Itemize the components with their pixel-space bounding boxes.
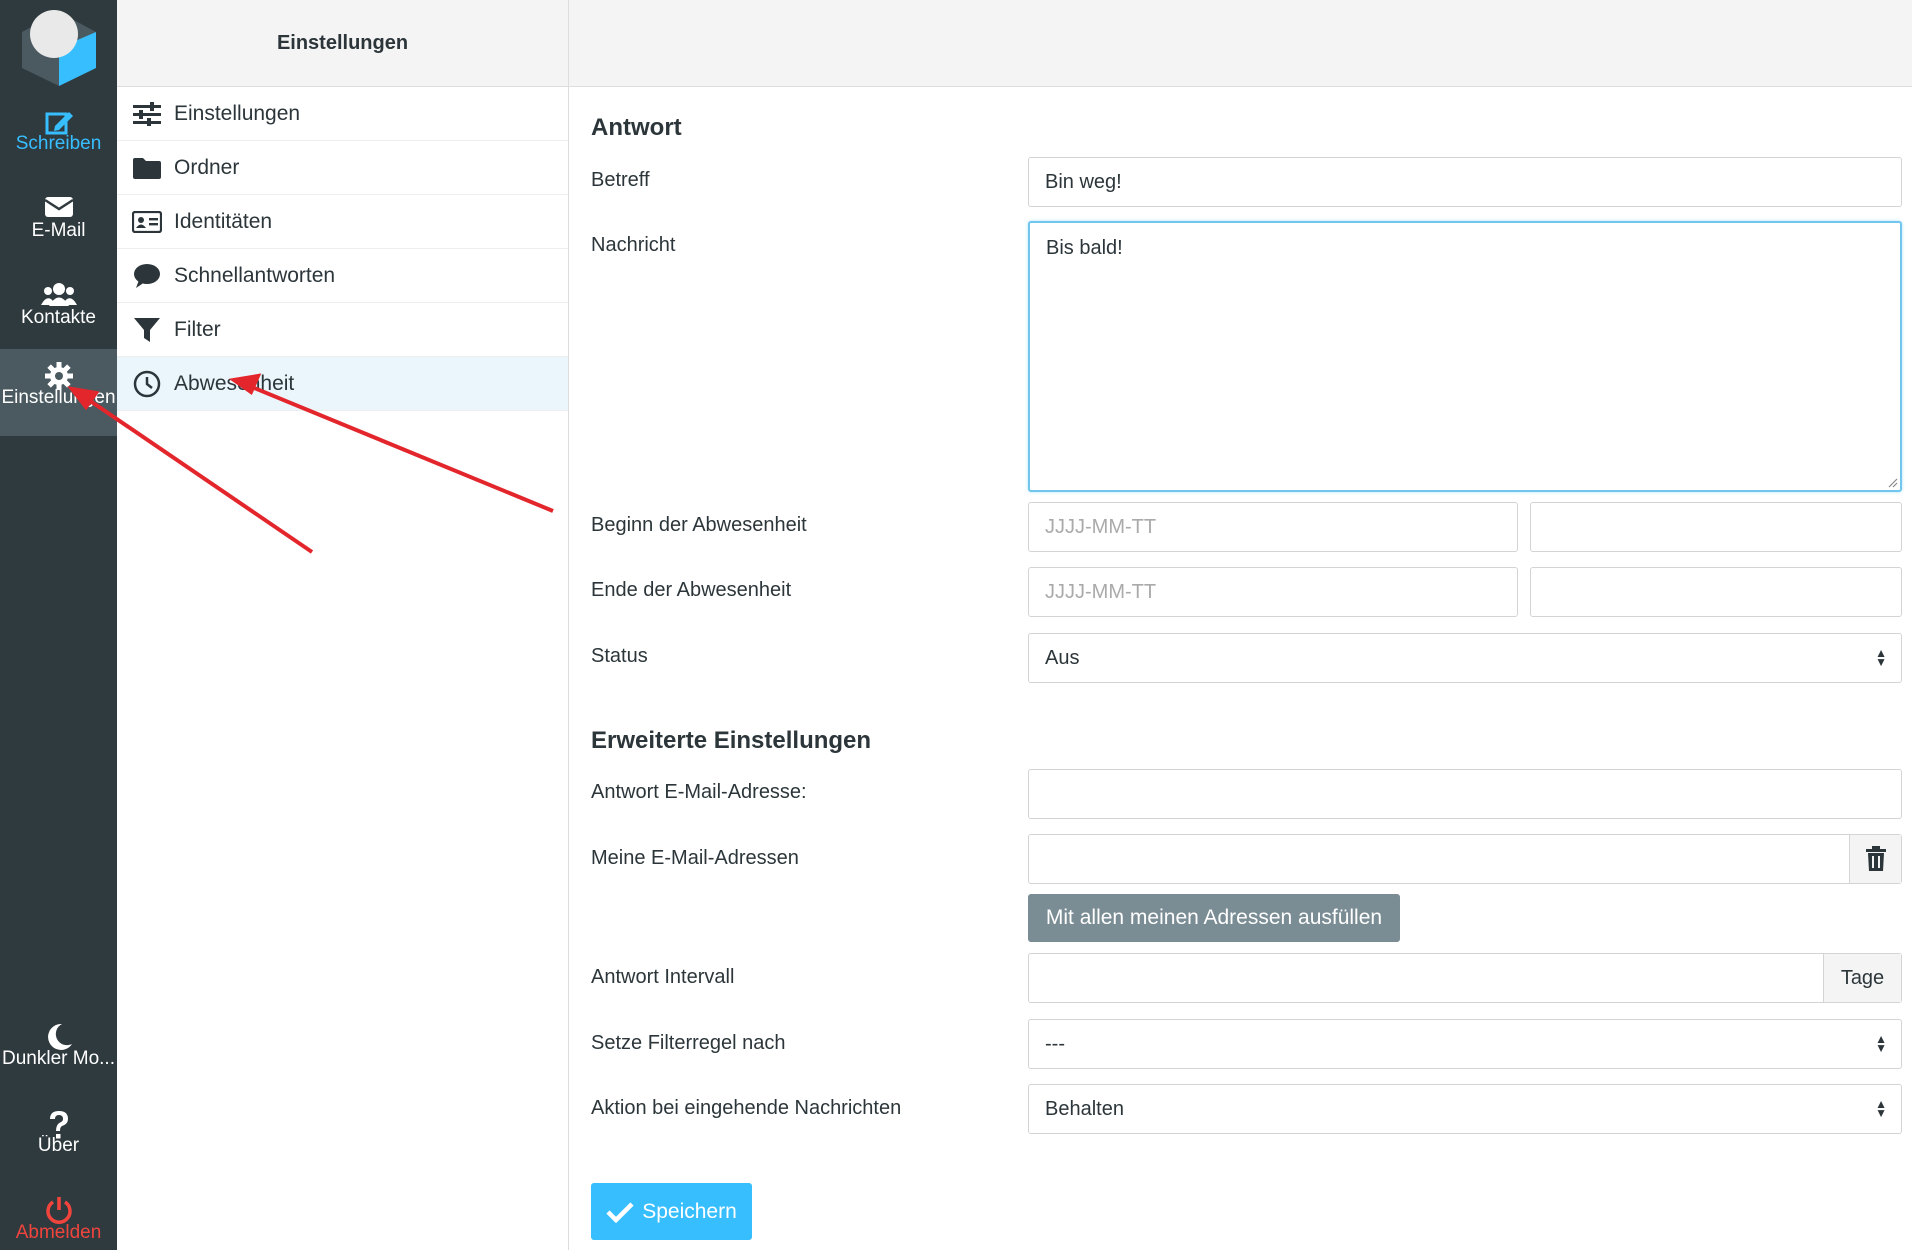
- gear-icon: [0, 349, 117, 390]
- message-label: Nachricht: [591, 234, 676, 256]
- interval-label: Antwort Intervall: [591, 966, 735, 988]
- end-date-label: Ende der Abwesenheit: [591, 579, 792, 601]
- nav-compose[interactable]: Schreiben: [0, 95, 117, 182]
- nav-logout-label: Abmelden: [15, 1222, 102, 1243]
- nav-dark-mode-label: Dunkler Mo...: [2, 1048, 115, 1069]
- envelope-icon: [0, 182, 117, 217]
- sidebar-item-label: Ordner: [174, 155, 240, 179]
- end-date-input[interactable]: JJJJ-MM-TT: [1028, 567, 1518, 617]
- select-caret-icon: ▲ ▼: [1875, 1097, 1887, 1120]
- nav-settings[interactable]: Einstellungen: [0, 349, 117, 436]
- delete-address-button[interactable]: [1849, 835, 1901, 883]
- sidebar-item-label: Abwesenheit: [174, 371, 295, 395]
- sidebar-title: Einstellungen: [117, 0, 568, 87]
- start-time-input[interactable]: [1530, 502, 1902, 552]
- moon-icon: [0, 1010, 117, 1050]
- app-logo: [22, 10, 96, 86]
- status-label: Status: [591, 645, 648, 667]
- filter-rule-label: Setze Filterregel nach: [591, 1032, 786, 1054]
- nav-about-label: Über: [37, 1135, 80, 1156]
- save-button-label: Speichern: [642, 1199, 737, 1223]
- app-window: Schreiben E-Mail Kontakte Einstellungen: [0, 0, 1912, 1250]
- filter-rule-value: ---: [1045, 1032, 1065, 1055]
- subject-label: Betreff: [591, 169, 650, 191]
- trash-icon: [1865, 846, 1886, 871]
- start-date-label: Beginn der Abwesenheit: [591, 514, 807, 536]
- my-addresses-label: Meine E-Mail-Adressen: [591, 847, 799, 869]
- subject-input[interactable]: Bin weg!: [1028, 157, 1902, 207]
- nav-about[interactable]: Über: [0, 1097, 117, 1184]
- filter-rule-select[interactable]: --- ▲ ▼: [1028, 1019, 1902, 1069]
- question-icon: [0, 1097, 117, 1139]
- nav-logout[interactable]: Abmelden: [0, 1184, 117, 1250]
- fill-addresses-button[interactable]: Mit allen meinen Adressen ausfüllen: [1028, 894, 1400, 942]
- reply-section-title: Antwort: [591, 114, 682, 141]
- interval-input[interactable]: Tage: [1028, 953, 1902, 1003]
- nav-dark-mode[interactable]: Dunkler Mo...: [0, 1010, 117, 1097]
- sidebar-item-folders[interactable]: Ordner: [117, 141, 568, 195]
- select-caret-icon: ▲ ▼: [1875, 646, 1887, 669]
- action-label: Aktion bei eingehende Nachrichten: [591, 1097, 902, 1119]
- power-icon: [0, 1184, 117, 1224]
- reply-address-input[interactable]: [1028, 769, 1902, 819]
- nav-contacts-label: Kontakte: [21, 307, 96, 328]
- save-button[interactable]: Speichern: [591, 1183, 752, 1240]
- content-header: [569, 0, 1912, 87]
- id-card-icon: [132, 207, 162, 237]
- nav-contacts[interactable]: Kontakte: [0, 269, 117, 356]
- advanced-section-title: Erweiterte Einstellungen: [591, 727, 872, 754]
- comment-icon: [132, 261, 162, 291]
- sliders-icon: [132, 99, 162, 129]
- nav-compose-label: Schreiben: [15, 133, 102, 154]
- sidebar-item-vacation[interactable]: Abwesenheit: [117, 357, 568, 411]
- sidebar-item-label: Filter: [174, 317, 221, 341]
- folder-icon: [132, 153, 162, 183]
- resize-handle-icon[interactable]: [1886, 476, 1898, 488]
- sidebar-item-filters[interactable]: Filter: [117, 303, 568, 357]
- compose-icon: [0, 95, 117, 135]
- sidebar-item-label: Identitäten: [174, 209, 273, 233]
- sidebar-item-identities[interactable]: Identitäten: [117, 195, 568, 249]
- nav-settings-label: Einstellungen: [1, 387, 116, 408]
- settings-sidebar: Einstellungen Einstellungen Ordner Ident…: [117, 0, 569, 1250]
- status-select-value: Aus: [1045, 646, 1080, 669]
- message-textarea[interactable]: Bis bald!: [1028, 221, 1902, 492]
- users-icon: [0, 269, 117, 306]
- main-navigation: Schreiben E-Mail Kontakte Einstellungen: [0, 0, 117, 1250]
- reply-address-label: Antwort E-Mail-Adresse:: [591, 781, 807, 803]
- sidebar-item-preferences[interactable]: Einstellungen: [117, 87, 568, 141]
- action-select[interactable]: Behalten ▲ ▼: [1028, 1084, 1902, 1134]
- nav-mail-label: E-Mail: [31, 220, 86, 241]
- clock-icon: [132, 369, 162, 399]
- action-select-value: Behalten: [1045, 1097, 1124, 1120]
- sidebar-item-label: Einstellungen: [174, 101, 301, 125]
- nav-mail[interactable]: E-Mail: [0, 182, 117, 269]
- my-addresses-input[interactable]: [1028, 834, 1902, 884]
- select-caret-icon: ▲ ▼: [1875, 1032, 1887, 1055]
- sidebar-item-responses[interactable]: Schnellantworten: [117, 249, 568, 303]
- start-date-input[interactable]: JJJJ-MM-TT: [1028, 502, 1518, 552]
- status-select[interactable]: Aus ▲ ▼: [1028, 633, 1902, 683]
- message-text: Bis bald!: [1046, 237, 1123, 259]
- end-time-input[interactable]: [1530, 567, 1902, 617]
- interval-unit: Tage: [1823, 954, 1901, 1002]
- sidebar-item-label: Schnellantworten: [174, 263, 336, 287]
- filter-icon: [132, 315, 162, 345]
- check-icon: [606, 1201, 634, 1223]
- vacation-form: Antwort Betreff Bin weg! Nachricht Bis b…: [569, 87, 1912, 1250]
